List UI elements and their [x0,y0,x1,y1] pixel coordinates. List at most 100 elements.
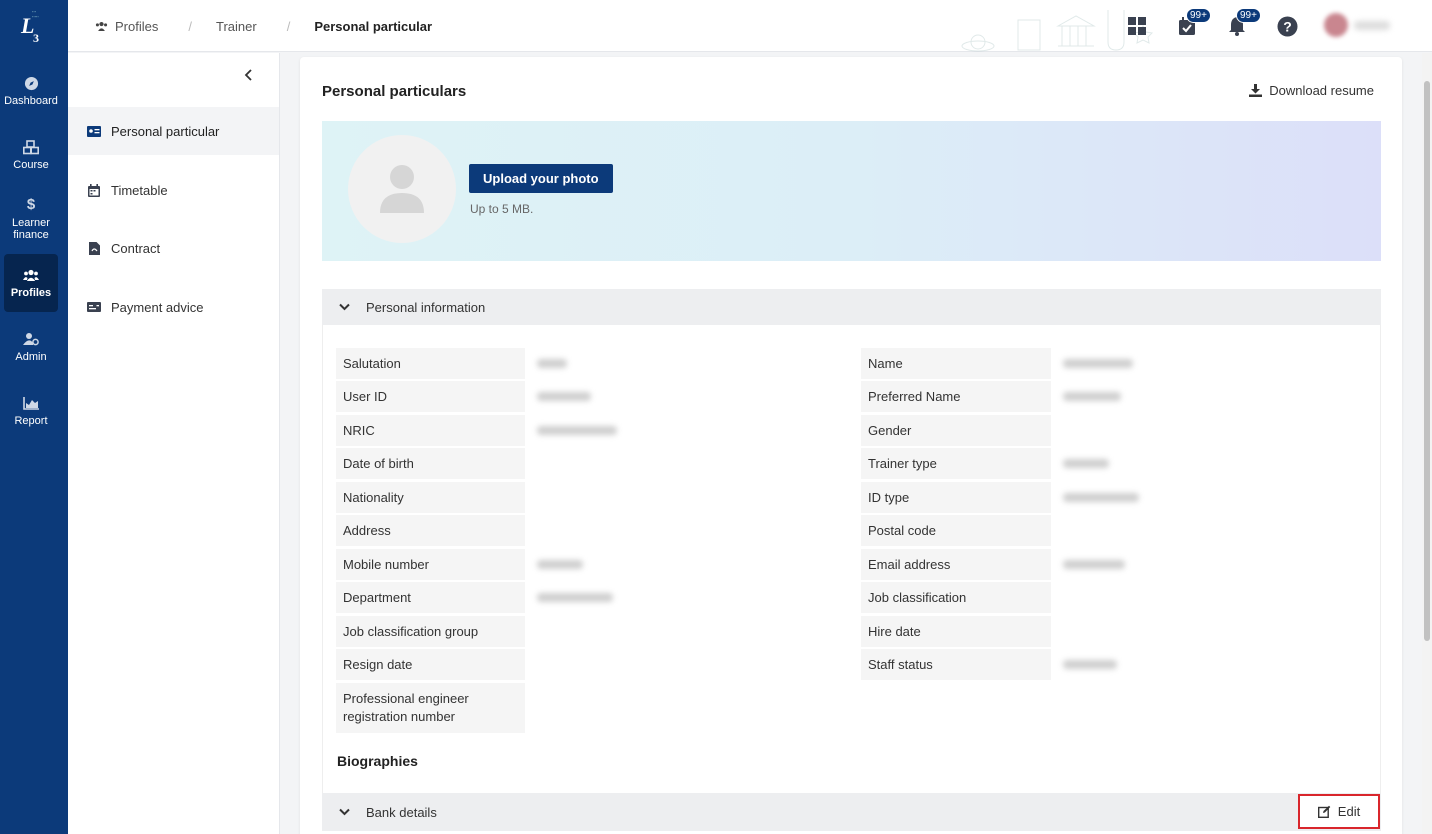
top-header: Profiles / Trainer / Personal particular… [68,0,1432,52]
personal-information-section-header[interactable]: Personal information [322,289,1381,325]
subnav-item-contract[interactable]: Contract [68,224,279,272]
redacted-value [537,359,567,368]
field-value [525,381,855,412]
field-row-left: Salutation [336,348,855,379]
breadcrumb: Profiles / Trainer / Personal particular [95,0,432,52]
field-row-left: Mobile number [336,549,855,580]
user-gear-icon [23,331,39,347]
field-label: Job classification group [336,616,525,647]
field-row-right: Gender [861,415,1381,446]
app-logo[interactable]: L ··· ····· 3 [0,0,68,52]
logo-number: 3 [33,31,39,45]
personal-particulars-panel: Personal particulars Download resume Upl… [300,57,1402,834]
redacted-value [537,560,583,569]
tasks-button[interactable]: 99+ [1175,8,1211,38]
nav-item-dashboard[interactable]: Dashboard [4,62,58,120]
upload-size-hint: Up to 5 MB. [470,202,534,216]
field-value [525,482,855,513]
field-value [1051,448,1381,479]
field-row-right: Trainer type [861,448,1381,479]
field-row-left: Nationality [336,482,855,513]
breadcrumb-current: Personal particular [314,18,433,34]
field-label: Hire date [861,616,1051,647]
nav-label-course: Course [13,159,49,171]
notifications-badge: 99+ [1236,8,1261,23]
upload-photo-button[interactable]: Upload your photo [469,164,613,193]
field-value [1051,582,1381,613]
field-value [525,515,855,546]
breadcrumb-profiles[interactable]: Profiles [115,19,158,34]
field-value [1051,381,1381,412]
field-value [1051,482,1381,513]
user-silhouette-icon [378,163,426,215]
field-label: NRIC [336,415,525,446]
bank-details-heading: Bank details [366,804,437,820]
download-resume-button[interactable]: Download resume [1249,83,1374,98]
personal-information-heading: Personal information [366,299,486,315]
field-label: Department [336,582,525,613]
subnav-item-timetable[interactable]: Timetable [68,166,279,214]
users-icon [95,21,108,32]
field-label: Postal code [861,515,1051,546]
profile-photo-placeholder[interactable] [348,135,456,243]
chevron-down-icon [338,806,350,818]
nav-item-course[interactable]: Course [4,126,58,184]
redacted-value [1063,392,1121,401]
nav-item-profiles[interactable]: Profiles [4,254,58,312]
nav-label-report: Report [14,415,48,427]
chart-area-icon [23,395,39,411]
subnav-item-personal-particular[interactable]: Personal particular [68,107,279,155]
field-row-right: Postal code [861,515,1381,546]
field-value [1051,515,1381,546]
profile-photo-banner: Upload your photo Up to 5 MB. [322,121,1381,261]
field-value [525,582,855,613]
download-icon [1249,84,1263,97]
notifications-button[interactable]: 99+ [1225,8,1261,38]
nav-label-learner-finance: Learner finance [12,217,50,241]
subnav-label: Timetable [111,182,168,198]
field-value [1051,348,1381,379]
user-name-redacted [1354,21,1390,30]
scrollbar-thumb[interactable] [1424,81,1430,641]
calendar-icon [87,183,101,197]
subnav-label: Payment advice [111,299,204,315]
page-scrollbar[interactable] [1422,53,1432,834]
field-row-left: Date of birth [336,448,855,479]
field-value [525,683,855,733]
field-row-left: Resign date [336,649,855,680]
field-row-left: Job classification group [336,616,855,647]
field-row-right: Hire date [861,616,1381,647]
edit-icon [1317,805,1331,818]
collapse-chevron-left-icon[interactable] [241,67,257,83]
dollar-icon: $ [26,196,36,213]
subnav-item-payment-advice[interactable]: Payment advice [68,283,279,331]
bank-details-section-header[interactable]: Bank details [322,793,1381,831]
nav-item-admin[interactable]: Admin [4,318,58,376]
nav-item-learner-finance[interactable]: $ Learner finance [4,190,58,248]
field-row-right: Job classification [861,582,1381,613]
chevron-down-icon [338,301,350,313]
field-row-left: Professional engineer registration numbe… [336,683,855,733]
redacted-value [1063,660,1117,669]
field-label: Email address [861,549,1051,580]
nav-item-report[interactable]: Report [4,382,58,440]
field-label: Mobile number [336,549,525,580]
redacted-value [1063,359,1133,368]
breadcrumb-trainer[interactable]: Trainer [216,19,257,34]
field-value [1051,415,1381,446]
user-avatar[interactable] [1324,13,1348,37]
field-row-right: ID type [861,482,1381,513]
edit-label: Edit [1337,804,1361,819]
edit-bank-details-button[interactable]: Edit [1298,794,1380,829]
apps-grid-icon[interactable] [1125,14,1149,38]
nav-label-profiles: Profiles [10,287,52,299]
field-value [525,649,855,680]
field-label: Job classification [861,582,1051,613]
help-icon[interactable]: ? [1275,14,1299,38]
money-check-icon [87,300,101,314]
subnav-label: Personal particular [111,123,220,139]
compass-icon [23,75,39,91]
subnav-label: Contract [111,240,161,256]
redacted-value [1063,493,1139,502]
field-label: Salutation [336,348,525,379]
